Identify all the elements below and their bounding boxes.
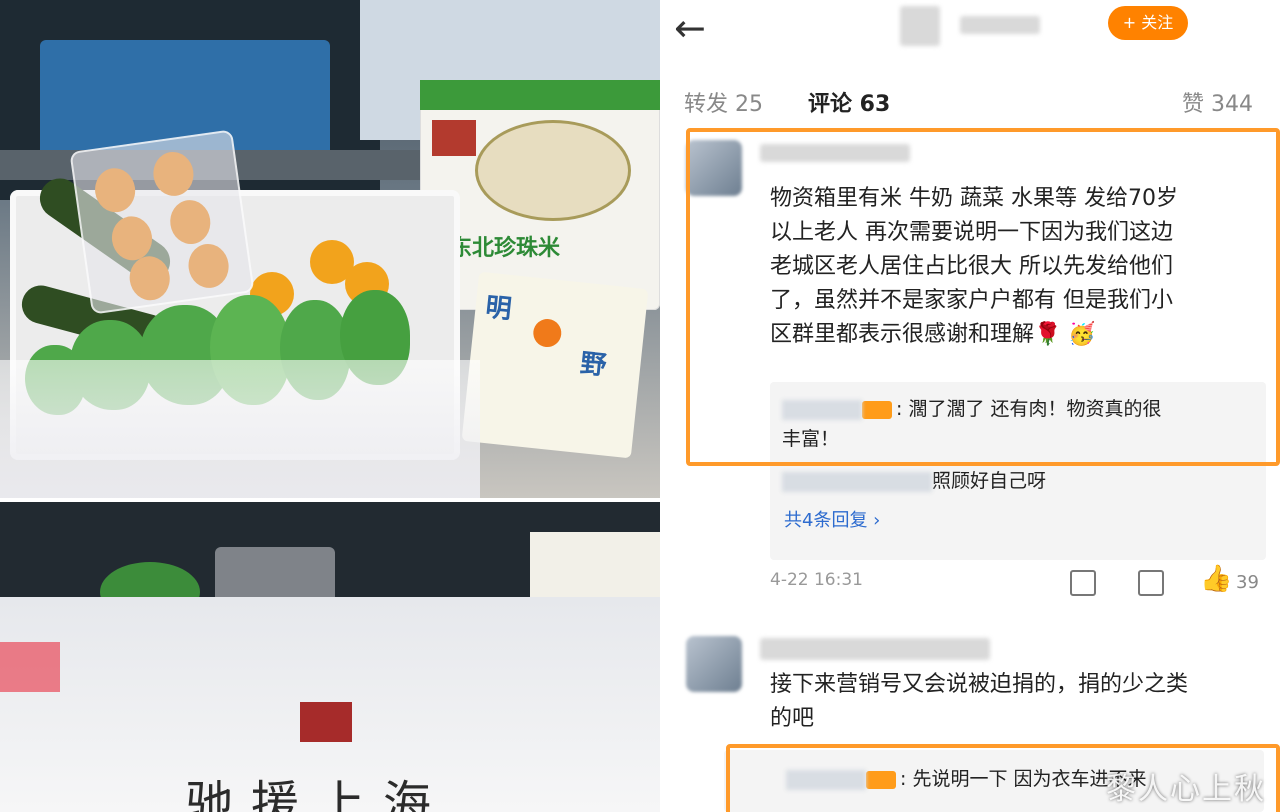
like-count: 39: [1236, 572, 1259, 593]
rice-bag-top: [420, 80, 660, 110]
reply-text: 照顾好自己呀: [932, 470, 1047, 492]
supply-box-photo: 东北珍珠米 明 野: [0, 0, 660, 498]
comment-timestamp: 4-22 16:31: [770, 570, 863, 590]
reply-username[interactable]: [782, 471, 932, 492]
comment-line: 的吧: [770, 706, 815, 731]
more-replies-link[interactable]: 共4条回复 ›: [784, 506, 880, 532]
highlight-frame: [686, 128, 1280, 466]
milk-brand: 明: [484, 292, 514, 326]
like-icon[interactable]: 👍: [1200, 564, 1232, 594]
comment-line: 接下来营销号又会说被迫捐的，捐的少之类: [770, 672, 1189, 697]
comment-text: 接下来营销号又会说被迫捐的，捐的少之类 的吧: [770, 668, 1270, 736]
reply-icon[interactable]: [1138, 570, 1164, 596]
commenter-name[interactable]: [760, 638, 990, 660]
box-slogan: 驰援上海: [185, 776, 450, 812]
egg: [126, 253, 173, 303]
milk-brand: 野: [578, 348, 608, 382]
brand-logo: [300, 702, 352, 742]
red-bag: [0, 642, 60, 692]
egg: [92, 165, 138, 215]
weibo-comments-screen: ← + 关注 转发 25 评论 63 赞 344 物资箱里有米 牛奶 蔬菜 水果…: [664, 0, 1280, 812]
tab-bar: 转发 25 评论 63 赞 344: [664, 72, 1280, 126]
rice-name: 东北珍珠米: [450, 236, 561, 261]
share-icon[interactable]: [1070, 570, 1096, 596]
follow-button[interactable]: + 关注: [1108, 6, 1188, 40]
avatar[interactable]: [686, 636, 742, 692]
egg: [167, 197, 214, 247]
egg: [150, 149, 197, 199]
back-arrow-icon[interactable]: ←: [674, 8, 718, 48]
tab-likes[interactable]: 赞 344: [1182, 86, 1253, 118]
top-bar: ← + 关注: [664, 0, 1280, 58]
poster-name[interactable]: [960, 16, 1040, 34]
supply-box-photo-2: 驰援上海: [0, 502, 660, 812]
tab-comments[interactable]: 评论 63: [808, 86, 890, 118]
rice-brand-logo: [432, 120, 476, 156]
milk-pack: 明 野: [461, 271, 649, 459]
reply[interactable]: 照顾好自己呀: [782, 466, 1252, 496]
egg: [185, 241, 232, 291]
plastic-bag: [0, 360, 480, 498]
egg-tray: [69, 129, 255, 315]
poster-avatar[interactable]: [900, 6, 940, 46]
sun-logo: [531, 317, 563, 349]
watermark: 黎人心上秋: [1106, 772, 1266, 807]
rice-bag: [530, 532, 660, 602]
rice-window: [475, 120, 631, 221]
tab-repost[interactable]: 转发 25: [684, 86, 763, 118]
